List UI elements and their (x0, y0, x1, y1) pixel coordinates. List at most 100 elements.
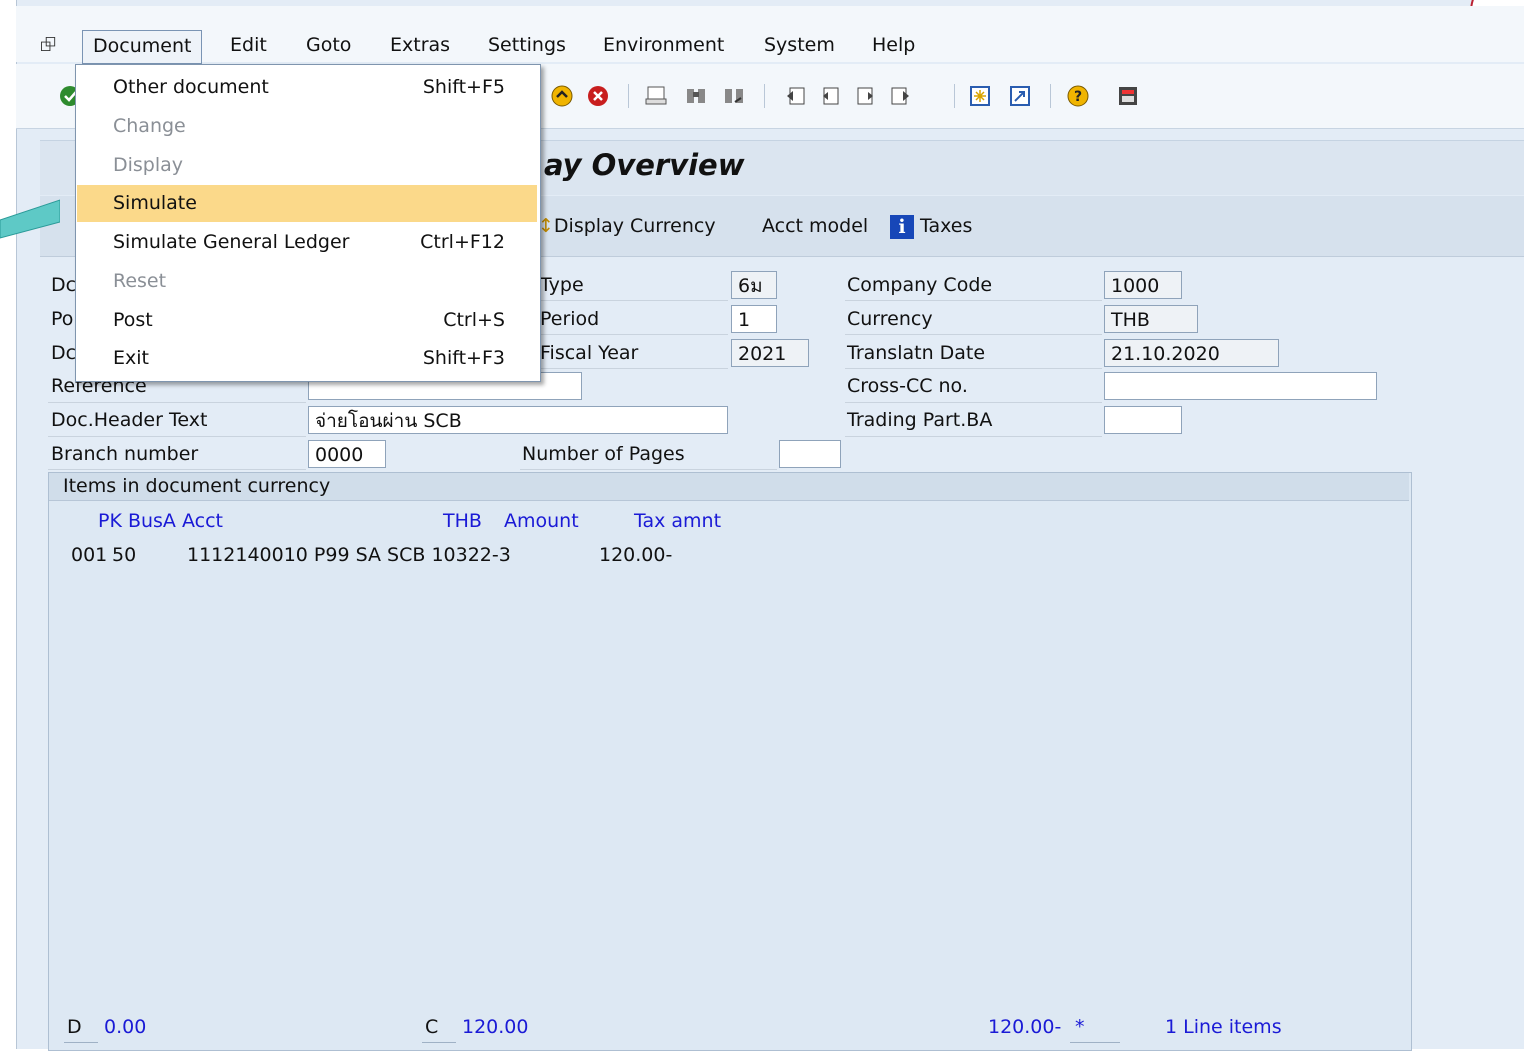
credit-total: 120.00 (462, 1016, 529, 1038)
cross-cc-label: Cross-CC no. (847, 375, 968, 397)
items-section-header: Items in document currency (49, 473, 1409, 501)
menu-item-label: Other document (113, 76, 269, 98)
translatn-date-label: Translatn Date (847, 342, 986, 364)
menu-item-change: Change (77, 108, 537, 145)
menu-document[interactable]: Document (82, 30, 203, 64)
doc-header-text-field[interactable]: จ่ายโอนผ่าน SCB (308, 406, 728, 434)
menu-item-exit[interactable]: Exit Shift+F3 (77, 340, 537, 377)
acct-model-label: Acct model (762, 215, 869, 237)
menu-item-shortcut: Shift+F3 (422, 347, 505, 369)
label-underline (540, 368, 728, 369)
menu-item-shortcut: Shift+F5 (422, 76, 505, 98)
period-field[interactable]: 1 (731, 305, 777, 333)
svg-text:?: ? (1074, 89, 1082, 105)
menu-item-simulate-general-ledger[interactable]: Simulate General Ledger Ctrl+F12 (77, 224, 537, 261)
label-underline (845, 368, 1102, 369)
fiscal-year-label: Fiscal Year (540, 342, 639, 364)
find-icon[interactable] (682, 82, 710, 110)
menu-exit-icon[interactable]: ⮺ (40, 30, 64, 56)
menu-edit-label: Edit (230, 34, 267, 56)
menu-goto[interactable]: Goto (296, 30, 361, 60)
acct-model-button[interactable]: Acct model (762, 212, 868, 240)
shortcut-icon[interactable] (1006, 82, 1034, 110)
cancel-icon[interactable] (584, 82, 612, 110)
menu-item-simulate[interactable]: Simulate (77, 185, 537, 222)
row-posting-key: 50 (112, 544, 137, 566)
label-underline (540, 334, 728, 335)
header-label-doc-date: Dc (51, 274, 77, 296)
credit-underline (422, 1042, 456, 1043)
label-underline (845, 334, 1102, 335)
display-currency-label: Display Currency (553, 215, 716, 237)
find-next-icon[interactable] (720, 82, 748, 110)
menu-item-label: Exit (113, 347, 149, 369)
menu-system[interactable]: System (754, 30, 845, 60)
menu-item-label: Change (113, 115, 186, 137)
fiscal-year-field[interactable]: 2021 (731, 339, 809, 367)
label-underline (520, 469, 777, 470)
label-underline (48, 402, 306, 403)
menu-item-label: Simulate (113, 192, 197, 214)
next-page-icon[interactable] (852, 82, 880, 110)
menu-item-other-document[interactable]: Other document Shift+F5 (77, 69, 537, 106)
menu-item-label: Simulate General Ledger (113, 231, 350, 253)
debit-underline (64, 1042, 98, 1043)
menu-item-shortcut: Ctrl+F12 (420, 231, 505, 253)
display-currency-button[interactable]: ↕Display Currency (538, 212, 716, 240)
menu-environment-label: Environment (603, 34, 725, 56)
line-items-count: 1 Line items (1165, 1016, 1282, 1038)
menu-extras-label: Extras (390, 34, 451, 56)
number-of-pages-label: Number of Pages (522, 443, 685, 465)
toolbar-separator (1050, 84, 1051, 108)
type-field[interactable]: 6ม (731, 271, 777, 299)
branch-number-field[interactable]: 0000 (308, 440, 386, 468)
menu-edit[interactable]: Edit (220, 30, 277, 60)
branch-number-label: Branch number (51, 443, 199, 465)
company-code-field[interactable]: 1000 (1104, 271, 1182, 299)
menu-item-shortcut: Ctrl+S (443, 309, 505, 331)
menu-item-label: Display (113, 154, 184, 176)
header-label-posting-date: Po (51, 308, 74, 330)
document-menu-dropdown: Other document Shift+F5 Change Display Si… (75, 64, 541, 382)
menu-goto-label: Goto (306, 34, 352, 56)
exit-icon[interactable] (548, 82, 576, 110)
print-icon[interactable] (642, 82, 670, 110)
info-icon: i (890, 214, 914, 239)
customize-layout-icon[interactable] (1114, 82, 1142, 110)
previous-page-icon[interactable] (816, 82, 844, 110)
menu-settings[interactable]: Settings (478, 30, 576, 60)
menu-settings-label: Settings (488, 34, 566, 56)
menu-extras[interactable]: Extras (380, 30, 460, 60)
header-label-document-no: Dc (51, 342, 77, 364)
column-currency[interactable]: THB (443, 510, 482, 532)
currency-label: Currency (847, 308, 933, 330)
create-session-icon[interactable] (966, 82, 994, 110)
column-pk-busa-acct[interactable]: PK BusA Acct (98, 510, 223, 532)
help-icon[interactable]: ? (1064, 82, 1092, 110)
first-page-icon[interactable] (782, 82, 810, 110)
menu-environment[interactable]: Environment (593, 30, 734, 60)
number-of-pages-field[interactable] (779, 440, 841, 468)
balance-flag: * (1075, 1016, 1085, 1038)
toolbar-separator (954, 84, 955, 108)
label-underline (845, 436, 1102, 437)
taxes-button[interactable]: i Taxes (890, 212, 972, 240)
type-label: Type (540, 274, 584, 296)
trading-part-field[interactable] (1104, 406, 1182, 434)
column-amount[interactable]: Amount (504, 510, 579, 532)
column-tax-amount[interactable]: Tax amnt (634, 510, 721, 532)
menu-help[interactable]: Help (862, 30, 925, 60)
items-section-title: Items in document currency (63, 475, 331, 497)
debit-label: D (67, 1016, 82, 1038)
translatn-date-field[interactable]: 21.10.2020 (1104, 339, 1279, 367)
menu-item-display: Display (77, 147, 537, 184)
company-code-label: Company Code (847, 274, 993, 296)
doc-header-text-label: Doc.Header Text (51, 409, 208, 431)
cross-cc-field[interactable] (1104, 372, 1377, 400)
row-amount: 120.00- (599, 544, 673, 566)
last-page-icon[interactable] (886, 82, 914, 110)
currency-field[interactable]: THB (1104, 305, 1198, 333)
trading-part-label: Trading Part.BA (847, 409, 993, 431)
credit-label: C (425, 1016, 439, 1038)
menu-item-post[interactable]: Post Ctrl+S (77, 302, 537, 339)
